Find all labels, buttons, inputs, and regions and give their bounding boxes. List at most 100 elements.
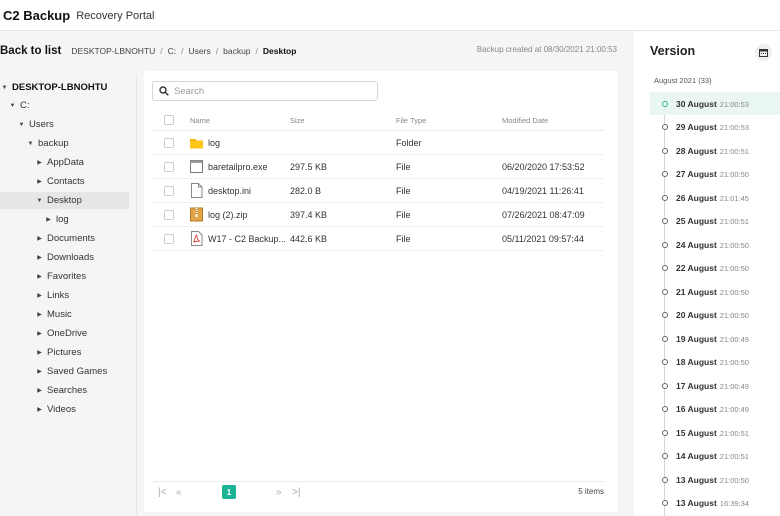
version-item[interactable]: 13 August 21:00:50 <box>650 468 780 491</box>
breadcrumb-item-c[interactable]: C: <box>168 46 177 56</box>
version-item[interactable]: 15 August 21:00:51 <box>650 421 780 444</box>
breadcrumb-item-users[interactable]: Users <box>189 46 211 56</box>
version-item[interactable]: 29 August 21:00:53 <box>650 115 780 138</box>
tree-node-log[interactable]: ▶ log <box>0 211 137 228</box>
tree-node-downloads[interactable]: ▶ Downloads <box>0 249 137 266</box>
version-date: 17 August <box>676 380 717 391</box>
column-header-size[interactable]: Size <box>290 116 305 125</box>
caret-right-icon: ▶ <box>37 331 42 337</box>
tree-node-backup[interactable]: ▼ backup <box>0 135 137 152</box>
tree-node-music[interactable]: ▶ Music <box>0 306 137 323</box>
caret-down-icon: ▼ <box>18 121 25 128</box>
file-name[interactable]: baretailpro.exe <box>208 162 268 172</box>
version-item[interactable]: 24 August 21:00:50 <box>650 233 780 256</box>
tree-node-appdata[interactable]: ▶ AppData <box>0 154 137 171</box>
file-name[interactable]: W17 - C2 Backup... <box>208 234 286 244</box>
version-time: 21:01:45 <box>719 193 749 203</box>
version-date: 16 August <box>676 403 717 414</box>
row-checkbox[interactable] <box>164 210 174 220</box>
tree-node-pictures[interactable]: ▶ Pictures <box>0 344 137 361</box>
version-item[interactable]: 20 August 21:00:50 <box>650 303 780 326</box>
file-type: File <box>396 186 411 196</box>
backup-created-label: Backup created at 08/30/2021 21:00:53 <box>476 45 617 54</box>
table-row[interactable]: log (2).zip 397.4 KB File 07/26/2021 08:… <box>152 203 604 227</box>
tree-node-desktop[interactable]: ▼ Desktop <box>0 192 129 209</box>
column-header-file-type[interactable]: File Type <box>396 116 426 125</box>
version-item[interactable]: 30 August 21:00:53 <box>650 92 780 115</box>
timeline-dot <box>662 218 668 224</box>
folder-icon <box>190 139 203 149</box>
last-page-button[interactable]: >| <box>292 487 300 498</box>
tree-node-onedrive[interactable]: ▶ OneDrive <box>0 325 137 342</box>
breadcrumb-separator: / <box>255 46 258 56</box>
search-box[interactable] <box>152 81 378 101</box>
version-date: 29 August <box>676 121 717 132</box>
breadcrumb-item-desktop-lbnohtu[interactable]: DESKTOP-LBNOHTU <box>71 46 155 56</box>
file-size: 397.4 KB <box>290 210 328 220</box>
version-item[interactable]: 17 August 21:00:49 <box>650 374 780 397</box>
version-item[interactable]: 22 August 21:00:50 <box>650 256 780 279</box>
table-row[interactable]: baretailpro.exe 297.5 KB File 06/20/2020… <box>152 155 604 179</box>
tree-node-users[interactable]: ▼ Users <box>0 116 137 133</box>
version-time: 21:00:53 <box>719 122 749 132</box>
tree-node-favorites[interactable]: ▶ Favorites <box>0 268 137 285</box>
select-all-checkbox[interactable] <box>164 115 174 125</box>
version-item[interactable]: 16 August 21:00:49 <box>650 397 780 420</box>
row-checkbox[interactable] <box>164 234 174 244</box>
version-date: 18 August <box>676 356 717 367</box>
tree-node-searches[interactable]: ▶ Searches <box>0 382 137 399</box>
tree-node-label: Music <box>47 309 72 320</box>
version-time: 21:00:51 <box>719 146 749 156</box>
tree-node-contacts[interactable]: ▶ Contacts <box>0 173 137 190</box>
version-item[interactable]: 26 August 21:01:45 <box>650 186 780 209</box>
file-name[interactable]: desktop.ini <box>208 186 251 196</box>
caret-down-icon: ▼ <box>36 197 43 204</box>
version-time: 21:00:50 <box>719 357 749 367</box>
tree-node-saved-games[interactable]: ▶ Saved Games <box>0 363 137 380</box>
version-item[interactable]: 28 August 21:00:51 <box>650 139 780 162</box>
page-number-current[interactable]: 1 <box>222 485 236 499</box>
version-item[interactable]: 25 August 21:00:51 <box>650 209 780 232</box>
tree-node-label: Videos <box>47 404 76 415</box>
tree-node-videos[interactable]: ▶ Videos <box>0 401 137 418</box>
calendar-button[interactable] <box>755 44 772 61</box>
file-name[interactable]: log <box>208 138 220 148</box>
row-checkbox[interactable] <box>164 162 174 172</box>
breadcrumb: DESKTOP-LBNOHTU / C: / Users / backup / … <box>71 46 296 56</box>
row-checkbox[interactable] <box>164 138 174 148</box>
file-icon <box>191 183 203 198</box>
table-row[interactable]: W17 - C2 Backup... 442.6 KB File 05/11/2… <box>152 227 604 251</box>
version-item[interactable]: 13 August 16:39:34 <box>650 491 780 514</box>
timeline-dot <box>662 124 668 130</box>
app-subtitle: Recovery Portal <box>76 10 155 22</box>
table-row[interactable]: desktop.ini 282.0 B File 04/19/2021 11:2… <box>152 179 604 203</box>
row-checkbox[interactable] <box>164 186 174 196</box>
file-name[interactable]: log (2).zip <box>208 210 248 220</box>
first-page-button[interactable]: |< <box>158 487 166 498</box>
caret-right-icon: ▶ <box>37 388 42 394</box>
version-title: Version <box>650 44 696 58</box>
prev-page-button[interactable]: « <box>176 487 182 498</box>
timeline-dot <box>662 171 668 177</box>
timeline-dot <box>662 430 668 436</box>
version-item[interactable]: 18 August 21:00:50 <box>650 350 780 373</box>
search-input[interactable] <box>174 85 364 97</box>
next-page-button[interactable]: » <box>276 487 282 498</box>
version-item[interactable]: 19 August 21:00:49 <box>650 327 780 350</box>
tree-node-links[interactable]: ▶ Links <box>0 287 137 304</box>
back-to-list-link[interactable]: Back to list <box>0 45 61 57</box>
tree-node-c[interactable]: ▼ C: <box>0 97 137 114</box>
version-date: 19 August <box>676 333 717 344</box>
version-item[interactable]: 14 August 21:00:51 <box>650 444 780 467</box>
column-header-modified-date[interactable]: Modified Date <box>502 116 548 125</box>
column-header-name[interactable]: Name <box>190 116 210 125</box>
version-item[interactable]: 21 August 21:00:50 <box>650 280 780 303</box>
tree-node-desktop-lbnohtu[interactable]: ▼ DESKTOP-LBNOHTU <box>0 79 137 96</box>
table-row[interactable]: log Folder <box>152 131 604 155</box>
version-time: 21:00:49 <box>719 404 749 414</box>
version-item[interactable]: 27 August 21:00:50 <box>650 162 780 185</box>
version-date: 30 August <box>676 98 717 109</box>
breadcrumb-item-backup[interactable]: backup <box>223 46 250 56</box>
version-time: 21:00:50 <box>719 263 749 273</box>
tree-node-documents[interactable]: ▶ Documents <box>0 230 137 247</box>
